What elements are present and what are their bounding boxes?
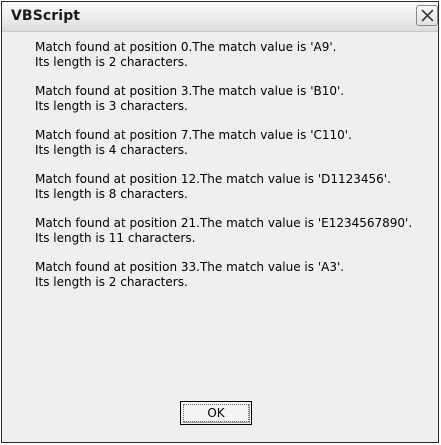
length-line: Its length is 2 characters. — [35, 275, 188, 289]
match-line: Match found at position 0.The match valu… — [35, 40, 337, 54]
match-line: Match found at position 33.The match val… — [35, 260, 345, 274]
dialog-title: VBScript — [11, 8, 81, 24]
match-line: Match found at position 7.The match valu… — [35, 128, 352, 142]
title-bar[interactable]: VBScript — [2, 2, 438, 32]
length-line: Its length is 8 characters. — [35, 187, 188, 201]
match-line: Match found at position 21.The match val… — [35, 216, 413, 230]
close-icon — [421, 9, 434, 22]
length-line: Its length is 3 characters. — [35, 99, 188, 113]
dialog-body: Match found at position 0.The match valu… — [2, 32, 438, 442]
match-paragraph: Match found at position 7.The match valu… — [35, 128, 435, 158]
length-line: Its length is 11 characters. — [35, 231, 196, 245]
length-line: Its length is 2 characters. — [35, 55, 188, 69]
match-paragraph: Match found at position 3.The match valu… — [35, 84, 435, 114]
match-paragraph: Match found at position 33.The match val… — [35, 260, 435, 290]
match-line: Match found at position 3.The match valu… — [35, 84, 345, 98]
match-paragraph: Match found at position 12.The match val… — [35, 172, 435, 202]
length-line: Its length is 4 characters. — [35, 143, 188, 157]
message-dialog: VBScript Match found at position 0.The m… — [1, 1, 439, 443]
close-button[interactable] — [416, 5, 438, 26]
ok-button[interactable]: OK — [180, 401, 252, 425]
match-paragraph: Match found at position 0.The match valu… — [35, 40, 435, 70]
match-paragraph: Match found at position 21.The match val… — [35, 216, 435, 246]
match-line: Match found at position 12.The match val… — [35, 172, 391, 186]
message-text: Match found at position 0.The match valu… — [35, 40, 435, 304]
